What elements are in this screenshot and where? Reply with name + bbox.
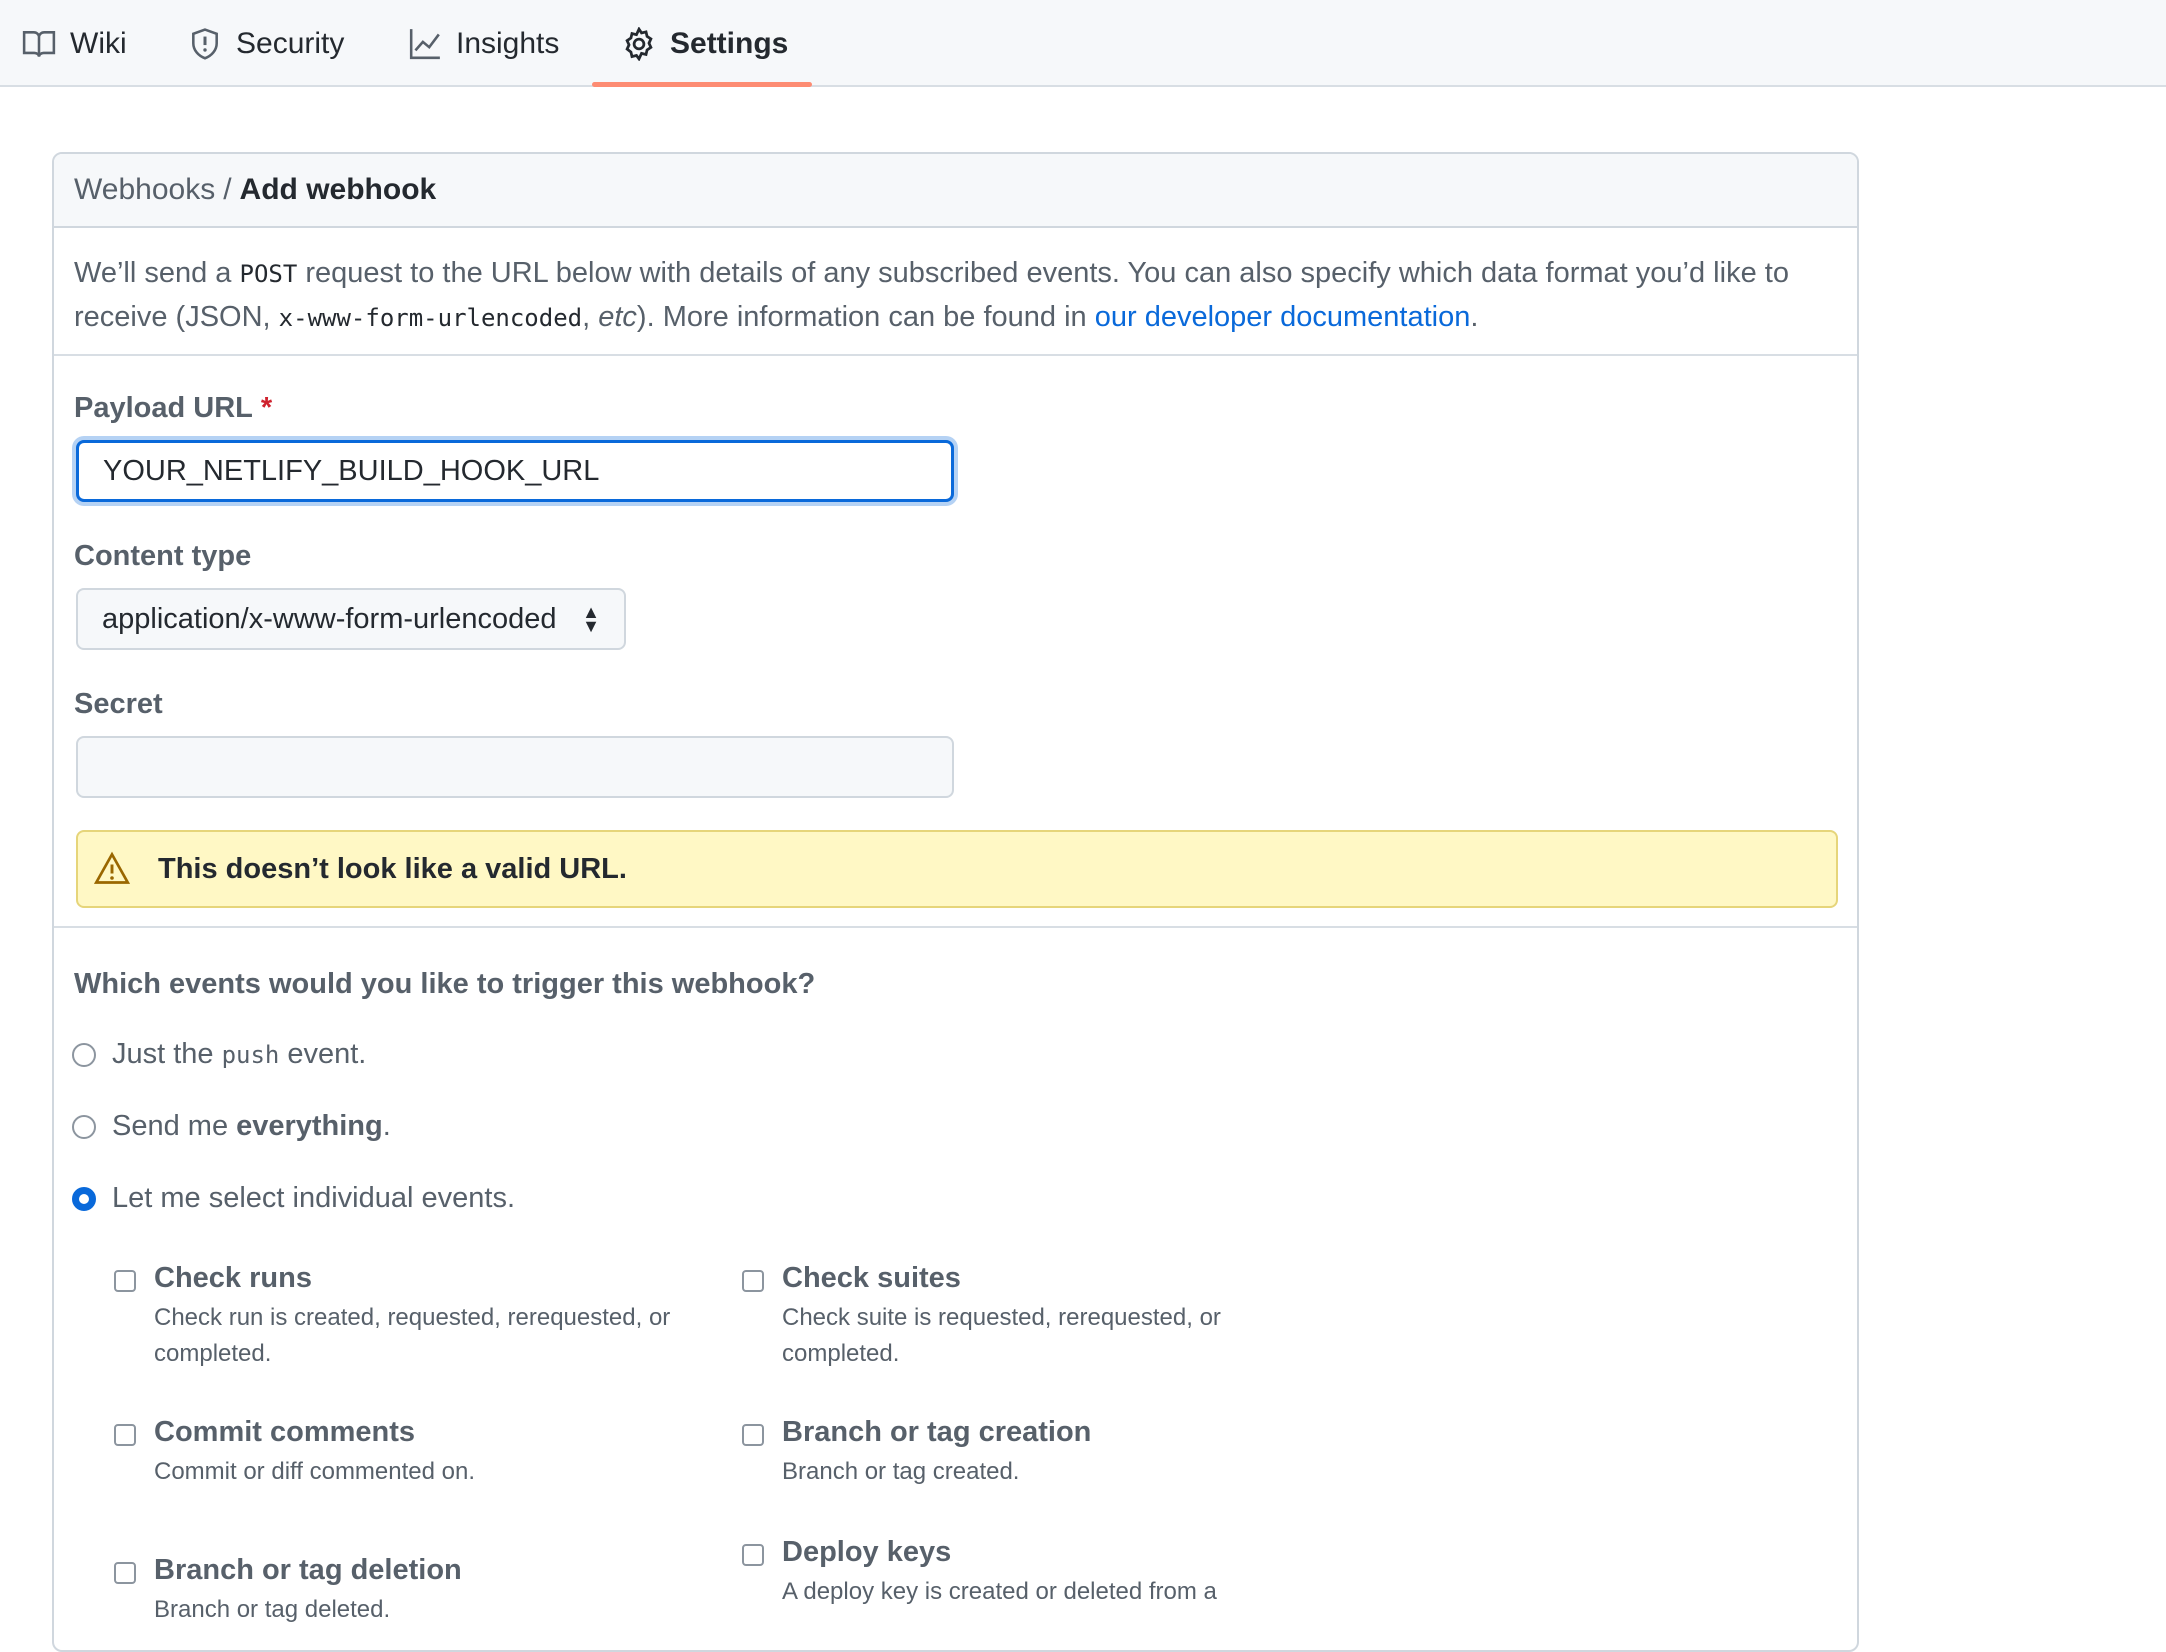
event-description: Branch or tag created. [782, 1458, 1020, 1485]
event-description: Branch or tag deleted. [154, 1596, 391, 1623]
shield-icon [192, 27, 218, 60]
event-checkbox[interactable] [742, 1544, 764, 1566]
event-description: Check suite is requested, rerequested, o… [782, 1304, 1221, 1367]
event-checkbox[interactable] [114, 1270, 136, 1292]
event-checkbox[interactable] [742, 1270, 764, 1292]
event-description: A deploy key is created or deleted from … [782, 1578, 1217, 1605]
radio-individual-events[interactable]: Let me select individual events. [72, 1182, 515, 1215]
divider [54, 926, 1857, 928]
event-title: Check suites [782, 1262, 961, 1294]
gear-icon [625, 26, 653, 61]
event-title: Deploy keys [782, 1536, 952, 1568]
breadcrumb-webhooks[interactable]: Webhooks [74, 173, 215, 207]
tab-insights-label: Insights [456, 26, 560, 60]
intro-text-4: ). More information can be found in [636, 301, 1095, 333]
event-description: Check run is created, requested, rereque… [154, 1304, 671, 1367]
intro-text-3: , [582, 301, 599, 333]
event-checkbox[interactable] [742, 1424, 764, 1446]
breadcrumb-separator: / [223, 173, 232, 206]
tab-insights[interactable]: Insights [408, 0, 559, 87]
tab-settings-label: Settings [670, 26, 789, 60]
intro-etc: etc [598, 301, 637, 333]
content-type-value: application/x-www-form-urlencoded [102, 602, 557, 635]
intro-text: We’ll send a POST request to the URL bel… [74, 252, 1854, 340]
payload-url-label: Payload URL * [74, 392, 272, 425]
radio-push-suffix: event. [287, 1038, 367, 1070]
radio-button-checked[interactable] [72, 1186, 96, 1211]
event-title: Branch or tag deletion [154, 1554, 462, 1586]
payload-url-input[interactable] [76, 440, 954, 502]
radio-individual-label: Let me select individual events. [112, 1182, 515, 1214]
breadcrumb: Webhooks / Add webhook [54, 154, 1857, 228]
webhook-form-card: Webhooks / Add webhook We’ll send a POST… [52, 152, 1859, 1652]
radio-everything-prefix: Send me [112, 1110, 229, 1142]
required-mark: * [260, 392, 273, 424]
event-title: Branch or tag creation [782, 1416, 1092, 1448]
secret-label: Secret [74, 688, 163, 720]
content-type-select[interactable]: application/x-www-form-urlencoded ▲ ▼ [76, 588, 626, 650]
radio-button[interactable] [72, 1114, 96, 1139]
breadcrumb-current: Add webhook [239, 173, 437, 206]
radio-push-code: push [221, 1040, 280, 1069]
developer-docs-link[interactable]: our developer documentation [1095, 301, 1471, 333]
book-icon [22, 30, 56, 57]
radio-everything[interactable]: Send me everything. [72, 1110, 391, 1143]
intro-text-1: We’ll send a [74, 257, 240, 289]
tab-settings[interactable]: Settings [622, 0, 788, 87]
url-warning-flash: This doesn’t look like a valid URL. [76, 830, 1838, 908]
event-checkbox[interactable] [114, 1424, 136, 1446]
secret-input[interactable] [76, 736, 954, 798]
radio-everything-suffix: . [382, 1110, 391, 1142]
radio-push-prefix: Just the [112, 1038, 214, 1070]
radio-everything-bold: everything [236, 1110, 383, 1142]
event-title: Commit comments [154, 1416, 416, 1448]
repo-nav: Wiki Security Insights Settings [0, 0, 2166, 87]
event-checkbox[interactable] [114, 1562, 136, 1584]
intro-code-post: POST [239, 260, 298, 288]
flash-message: This doesn’t look like a valid URL. [158, 852, 627, 885]
event-description: Commit or diff commented on. [154, 1458, 476, 1485]
active-tab-indicator [592, 82, 812, 87]
divider [54, 354, 1857, 356]
tab-security-label: Security [236, 26, 345, 60]
select-arrows-icon: ▲ ▼ [582, 602, 600, 636]
tab-wiki[interactable]: Wiki [22, 0, 127, 87]
events-question: Which events would you like to trigger t… [74, 968, 816, 1000]
payload-url-label-text: Payload URL [74, 392, 253, 424]
tab-wiki-label: Wiki [70, 26, 127, 60]
event-title: Check runs [154, 1262, 312, 1294]
intro-code-urlencoded: x-www-form-urlencoded [278, 304, 583, 332]
alert-icon [94, 851, 130, 884]
content-type-label: Content type [74, 540, 252, 572]
radio-push-event[interactable]: Just the push event. [72, 1038, 366, 1071]
tab-security[interactable]: Security [188, 0, 344, 87]
graph-icon [409, 28, 440, 59]
radio-button[interactable] [72, 1042, 96, 1067]
intro-text-5: . [1470, 301, 1479, 333]
